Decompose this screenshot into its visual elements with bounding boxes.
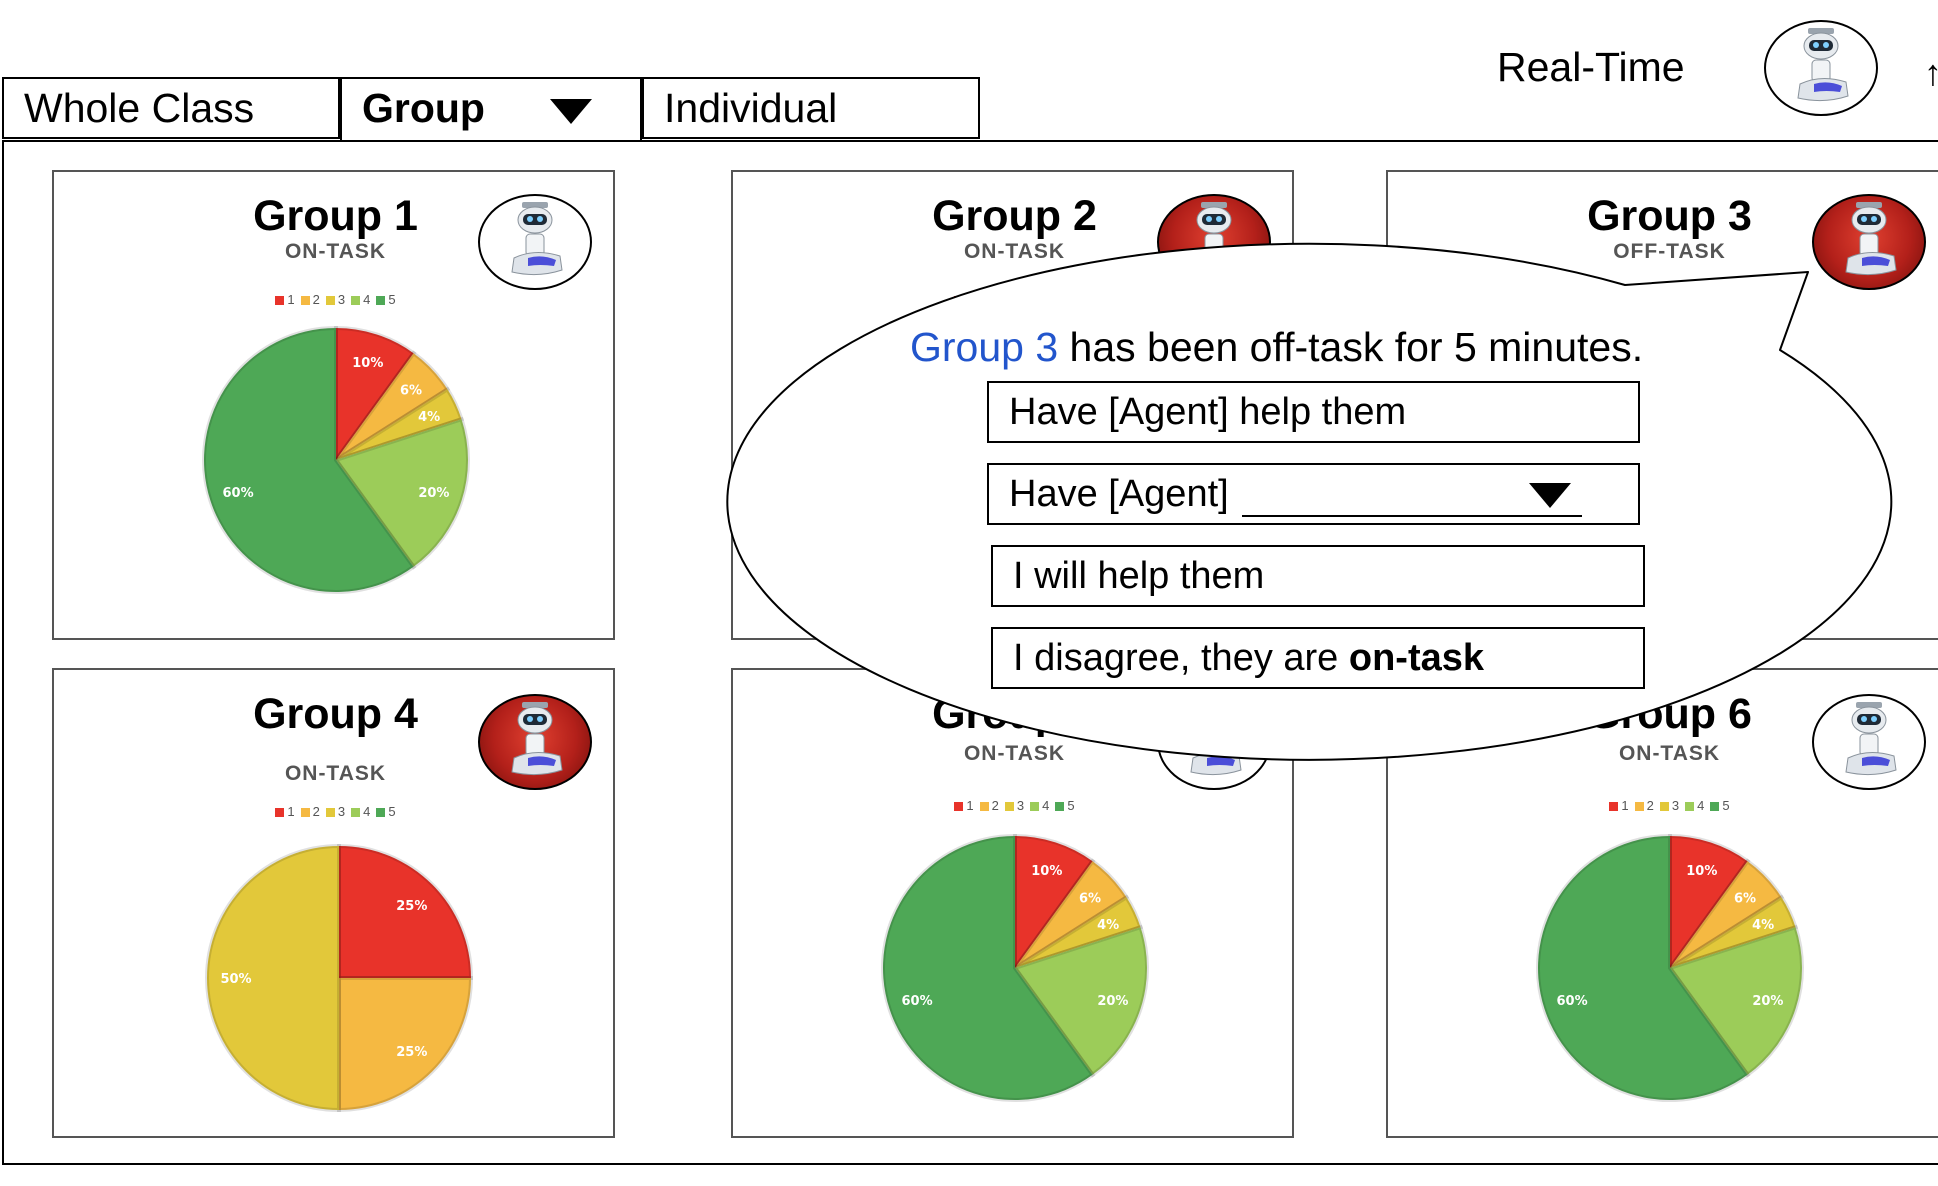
alert-group-link[interactable]: Group 3 xyxy=(910,324,1058,370)
option-self-help[interactable]: I will help them xyxy=(991,545,1645,607)
option-disagree-bold: on-task xyxy=(1348,637,1484,679)
option-assign-agent-label: Have [Agent] xyxy=(1009,473,1229,515)
option-disagree-on-task[interactable]: I disagree, they are on-task xyxy=(991,627,1645,689)
option-agent-help[interactable]: Have [Agent] help them xyxy=(987,381,1640,443)
alert-message-text: has been off-task for 5 minutes. xyxy=(1058,324,1644,370)
agent-select-line[interactable] xyxy=(1242,515,1582,517)
option-disagree-prefix: I disagree, they are xyxy=(1013,637,1349,679)
option-assign-agent[interactable]: Have [Agent] xyxy=(987,463,1640,525)
alert-bubble xyxy=(726,242,1893,761)
chevron-down-icon[interactable] xyxy=(1529,483,1571,508)
alert-message: Group 3 has been off-task for 5 minutes. xyxy=(910,324,1643,371)
